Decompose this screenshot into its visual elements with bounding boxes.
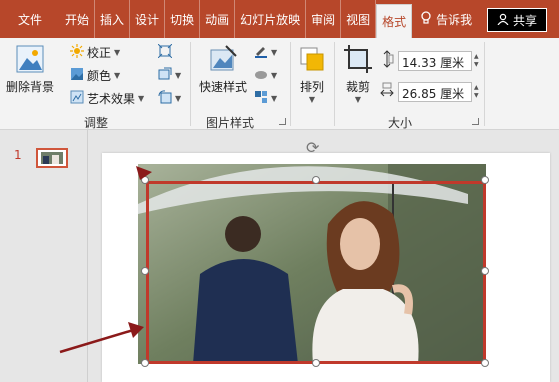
tab-animations[interactable]: 动画 bbox=[200, 0, 236, 38]
height-stepper[interactable]: ▲ ▼ bbox=[474, 51, 484, 71]
crop-label: 裁剪 bbox=[345, 80, 370, 94]
user-icon bbox=[497, 13, 509, 28]
resize-handle-right[interactable] bbox=[481, 267, 489, 275]
picture-effects-icon bbox=[254, 67, 268, 84]
tab-transitions[interactable]: 切换 bbox=[165, 0, 201, 38]
resize-handle-top-left[interactable] bbox=[141, 176, 149, 184]
color-icon bbox=[70, 67, 84, 84]
share-button[interactable]: 共享 bbox=[487, 8, 547, 32]
reset-picture-button[interactable]: ▼ bbox=[158, 90, 181, 107]
quick-styles-label: 快速样式 bbox=[198, 80, 247, 94]
compress-pictures-button[interactable] bbox=[157, 43, 173, 61]
quick-styles-button[interactable]: 快速样式 bbox=[196, 44, 250, 95]
chevron-down-icon: ▼ bbox=[271, 48, 278, 57]
picture-layout-button[interactable]: ▼ bbox=[254, 90, 277, 107]
chevron-down-icon: ▼ bbox=[175, 71, 182, 80]
group-separator bbox=[484, 42, 485, 126]
resize-handle-bottom-left[interactable] bbox=[141, 359, 149, 367]
tab-design[interactable]: 设计 bbox=[130, 0, 166, 38]
chevron-down-icon: ▼ bbox=[308, 95, 316, 104]
chevron-down-icon: ▼ bbox=[175, 94, 182, 103]
color-button[interactable]: 颜色 ▼ bbox=[70, 67, 120, 84]
slide-number: 1 bbox=[14, 148, 22, 162]
size-dialog-launcher[interactable] bbox=[472, 118, 479, 125]
resize-handle-top-right[interactable] bbox=[481, 176, 489, 184]
corrections-button[interactable]: 校正 ▼ bbox=[70, 44, 120, 61]
corrections-label: 校正 bbox=[87, 46, 112, 60]
group-picture-styles-label: 图片样式 bbox=[206, 116, 255, 130]
group-separator bbox=[190, 42, 191, 126]
resize-handle-left[interactable] bbox=[141, 267, 149, 275]
picture-layout-icon bbox=[254, 90, 268, 107]
chevron-down-icon: ▼ bbox=[271, 94, 278, 103]
picture-styles-dialog-launcher[interactable] bbox=[279, 118, 286, 125]
height-input[interactable]: 14.33 厘米 bbox=[398, 50, 472, 71]
group-size-label: 大小 bbox=[388, 116, 413, 130]
ribbon: 删除背景 校正 ▼ 颜色 ▼ 艺术效果 ▼ ▼ ▼ 调整 快速样式 ▼ ▼ ▼ 图片样… bbox=[0, 38, 559, 130]
tab-review[interactable]: 审阅 bbox=[306, 0, 342, 38]
width-input[interactable]: 26.85 厘米 bbox=[398, 81, 472, 102]
tab-file[interactable]: 文件 bbox=[0, 0, 60, 38]
reset-picture-icon bbox=[158, 90, 172, 107]
width-icon bbox=[380, 81, 394, 102]
tell-me-search[interactable]: 告诉我 bbox=[412, 0, 480, 38]
chevron-down-icon: ▼ bbox=[271, 71, 278, 80]
arrange-icon bbox=[297, 44, 327, 74]
lightbulb-icon bbox=[420, 10, 432, 28]
ribbon-tab-bar: 文件 开始 插入 设计 切换 动画 幻灯片放映 审阅 视图 格式 告诉我 共享 bbox=[0, 0, 559, 38]
height-spinner: 14.33 厘米 ▲ ▼ bbox=[380, 50, 484, 71]
change-picture-button[interactable]: ▼ bbox=[158, 67, 181, 84]
tab-home[interactable]: 开始 bbox=[60, 0, 96, 38]
arrange-button[interactable]: 排列 ▼ bbox=[294, 44, 330, 104]
width-spinner: 26.85 厘米 ▲ ▼ bbox=[380, 81, 484, 102]
chevron-down-icon: ▼ bbox=[354, 95, 362, 104]
slide-thumbnail[interactable] bbox=[36, 148, 68, 168]
chevron-down-icon: ▼ bbox=[114, 71, 121, 80]
tab-format[interactable]: 格式 bbox=[376, 4, 413, 38]
picture-effects-button[interactable]: ▼ bbox=[254, 67, 277, 84]
artistic-effects-button[interactable]: 艺术效果 ▼ bbox=[70, 90, 144, 107]
group-separator bbox=[334, 42, 335, 126]
group-adjust-label: 调整 bbox=[84, 116, 109, 130]
crop-selection-frame[interactable] bbox=[146, 181, 486, 364]
tell-me-label: 告诉我 bbox=[436, 12, 473, 27]
tab-view[interactable]: 视图 bbox=[341, 0, 377, 38]
height-icon bbox=[380, 50, 394, 71]
share-label: 共享 bbox=[512, 13, 537, 28]
color-label: 颜色 bbox=[87, 69, 112, 83]
arrange-label: 排列 bbox=[299, 80, 324, 94]
chevron-down-icon: ▼ bbox=[114, 48, 121, 57]
quick-styles-icon bbox=[208, 44, 238, 74]
remove-background-icon bbox=[15, 44, 45, 74]
artistic-effects-label: 艺术效果 bbox=[87, 92, 136, 106]
remove-background-label: 删除背景 bbox=[5, 80, 54, 94]
group-separator bbox=[290, 42, 291, 126]
rotate-icon[interactable]: ⟳ bbox=[306, 138, 319, 157]
resize-handle-bottom[interactable] bbox=[312, 359, 320, 367]
picture-border-button[interactable]: ▼ bbox=[254, 44, 277, 61]
tab-slideshow[interactable]: 幻灯片放映 bbox=[235, 0, 307, 38]
remove-background-button[interactable]: 删除背景 bbox=[4, 44, 56, 95]
artistic-effects-icon bbox=[70, 90, 84, 107]
crop-icon bbox=[343, 44, 373, 74]
resize-handle-bottom-right[interactable] bbox=[481, 359, 489, 367]
compress-icon bbox=[157, 43, 173, 61]
chevron-down-icon: ▼ bbox=[138, 94, 145, 103]
change-picture-icon bbox=[158, 67, 172, 84]
resize-handle-top[interactable] bbox=[312, 176, 320, 184]
picture-border-icon bbox=[254, 44, 268, 61]
tab-insert[interactable]: 插入 bbox=[95, 0, 131, 38]
crop-button[interactable]: 裁剪 ▼ bbox=[340, 44, 376, 104]
width-stepper[interactable]: ▲ ▼ bbox=[474, 82, 484, 102]
corrections-icon bbox=[70, 44, 84, 61]
